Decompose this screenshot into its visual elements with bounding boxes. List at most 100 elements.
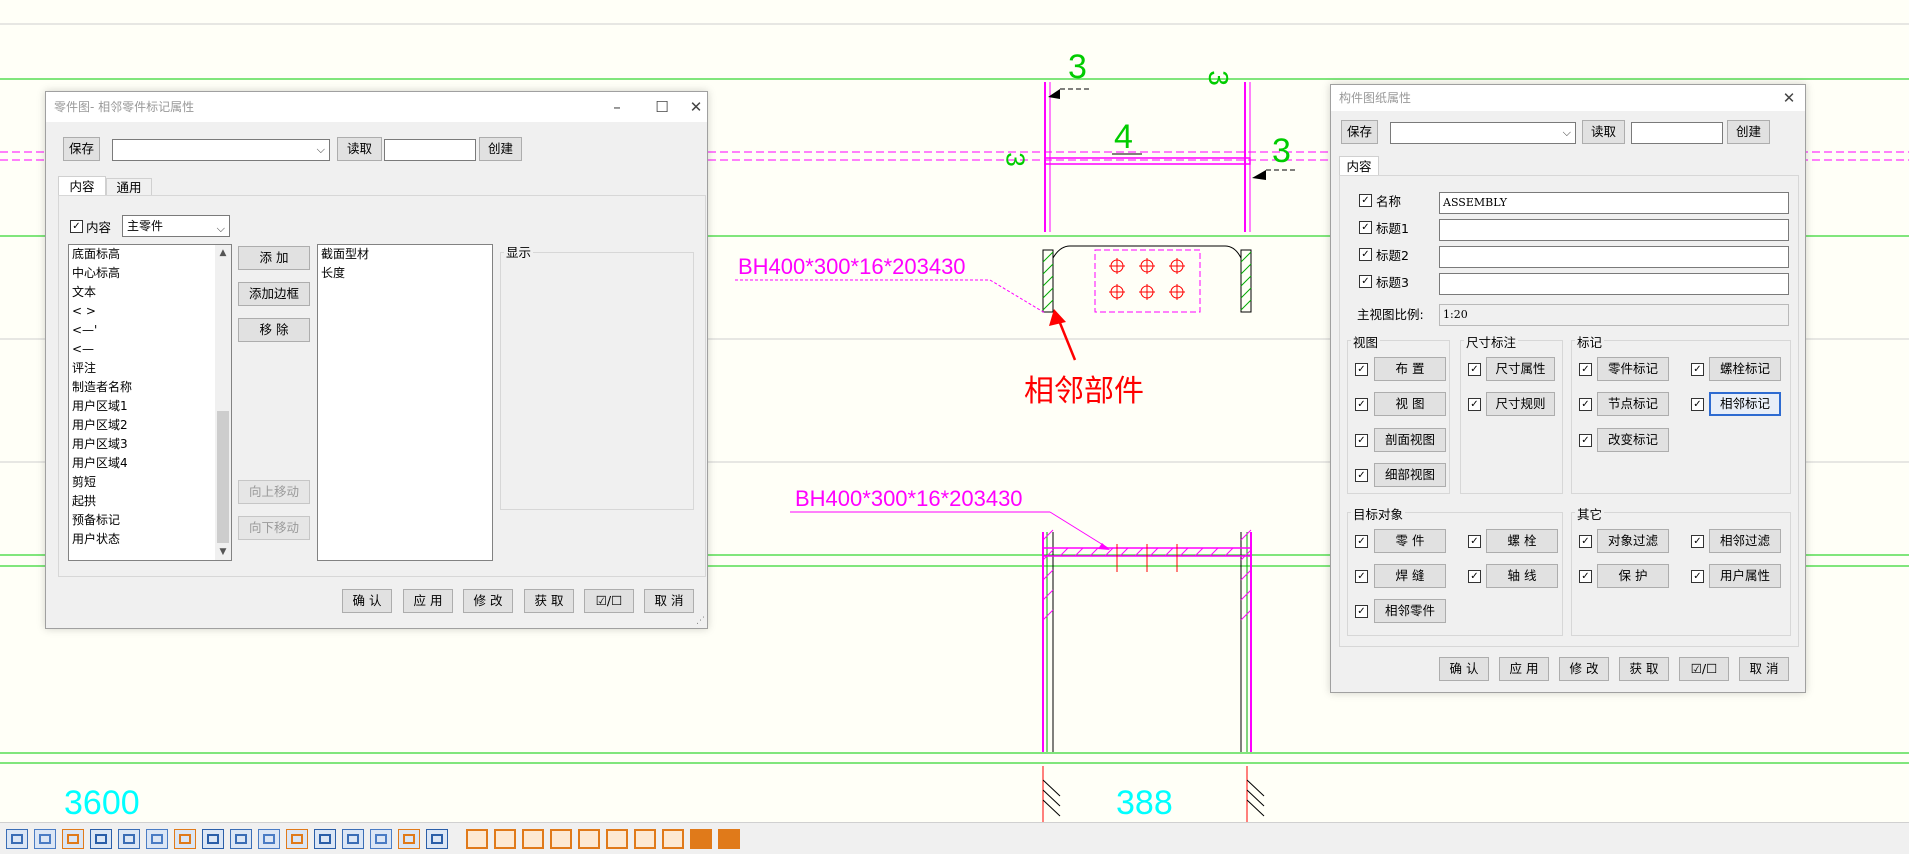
snap-perpendicular-icon[interactable] — [662, 829, 684, 849]
list-item[interactable]: 制造者名称 — [69, 378, 231, 397]
node-mark-checkbox[interactable]: ✓ — [1579, 398, 1592, 411]
title1-checkbox[interactable]: ✓ — [1359, 221, 1372, 234]
change-mark-checkbox[interactable]: ✓ — [1579, 434, 1592, 447]
circle-snap-icon[interactable] — [370, 829, 392, 849]
weld-button[interactable]: 焊 缝 — [1374, 564, 1446, 588]
axis-button[interactable]: 轴 线 — [1486, 564, 1558, 588]
ok-button[interactable]: 确 认 — [342, 589, 392, 613]
change-mark-button[interactable]: 改变标记 — [1597, 428, 1669, 452]
tab-general[interactable]: 通用 — [106, 178, 152, 195]
protect-button[interactable]: 保 护 — [1597, 564, 1669, 588]
preset-combo[interactable]: ⌵ — [112, 139, 330, 161]
list-item[interactable]: 用户区域1 — [69, 397, 231, 416]
list-item[interactable]: 截面型材 — [318, 245, 492, 264]
axis-checkbox[interactable]: ✓ — [1468, 570, 1481, 583]
toggle-all-button[interactable]: ☑/☐ — [584, 589, 634, 613]
title3-input[interactable] — [1439, 273, 1789, 295]
section-view-button[interactable]: 剖面视图 — [1374, 428, 1446, 452]
read-button[interactable]: 读取 — [1582, 120, 1625, 144]
pin-icon[interactable] — [202, 829, 224, 849]
snap-box-icon[interactable] — [398, 829, 420, 849]
maximize-icon[interactable]: ☐ — [639, 92, 685, 122]
snap-square-icon[interactable] — [426, 829, 448, 849]
bolt-button[interactable]: 螺 栓 — [1486, 529, 1558, 553]
list-item[interactable]: 起拱 — [69, 492, 231, 511]
list-item[interactable]: <— — [69, 340, 231, 359]
section-view-checkbox[interactable]: ✓ — [1355, 434, 1368, 447]
swap-icon[interactable] — [174, 829, 196, 849]
part-button[interactable]: 零 件 — [1374, 529, 1446, 553]
content-type-select[interactable]: 主零件 ⌵ — [122, 215, 230, 237]
rectangle-icon[interactable] — [118, 829, 140, 849]
adjacent-part-checkbox[interactable]: ✓ — [1355, 605, 1368, 618]
list-item[interactable]: 剪短 — [69, 473, 231, 492]
snap-full-icon[interactable] — [718, 829, 740, 849]
weld-checkbox[interactable]: ✓ — [1355, 570, 1368, 583]
snap-cross-icon[interactable] — [522, 829, 544, 849]
adjacent-mark-checkbox[interactable]: ✓ — [1691, 398, 1704, 411]
list-item[interactable]: 中心标高 — [69, 264, 231, 283]
list-item[interactable]: 长度 — [318, 264, 492, 283]
beam-icon[interactable] — [286, 829, 308, 849]
tab-content[interactable]: 内容 — [1339, 156, 1379, 175]
snap-triangle-icon[interactable] — [494, 829, 516, 849]
adjacent-part-button[interactable]: 相邻零件 — [1374, 599, 1446, 623]
apply-button[interactable]: 应 用 — [403, 589, 453, 613]
dim-attr-button[interactable]: 尺寸属性 — [1486, 357, 1555, 381]
add-frame-button[interactable]: 添加边框 — [238, 282, 310, 306]
toggle-all-button[interactable]: ☑/☐ — [1679, 657, 1729, 681]
name-checkbox[interactable]: ✓ — [1359, 194, 1372, 207]
minimize-icon[interactable]: – — [594, 92, 640, 122]
close-icon[interactable]: ✕ — [1777, 85, 1801, 111]
line-icon[interactable] — [34, 829, 56, 849]
view-button[interactable]: 视 图 — [1374, 392, 1446, 416]
view-checkbox[interactable]: ✓ — [1355, 398, 1368, 411]
list-item[interactable]: 用户状态 — [69, 530, 231, 549]
create-button[interactable]: 创建 — [1727, 120, 1770, 144]
object-filter-checkbox[interactable]: ✓ — [1579, 535, 1592, 548]
add-button[interactable]: 添 加 — [238, 246, 310, 270]
text-icon[interactable] — [62, 829, 84, 849]
list-item[interactable]: < > — [69, 302, 231, 321]
dim-rule-button[interactable]: 尺寸规则 — [1486, 392, 1555, 416]
title1-input[interactable] — [1439, 219, 1789, 241]
create-button[interactable]: 创建 — [479, 137, 522, 161]
close-icon[interactable]: ✕ — [684, 92, 708, 122]
snap-end-icon[interactable] — [550, 829, 572, 849]
list-item[interactable]: 用户区域2 — [69, 416, 231, 435]
cancel-button[interactable]: 取 消 — [1739, 657, 1789, 681]
remove-button[interactable]: 移 除 — [238, 318, 310, 342]
title3-checkbox[interactable]: ✓ — [1359, 275, 1372, 288]
frame-icon[interactable] — [230, 829, 252, 849]
layout-checkbox[interactable]: ✓ — [1355, 363, 1368, 376]
select-icon[interactable] — [6, 829, 28, 849]
scale-input[interactable]: 1:20 — [1439, 304, 1789, 326]
save-button[interactable]: 保存 — [63, 137, 100, 161]
selected-items-list[interactable]: 截面型材 长度 — [317, 244, 493, 561]
object-filter-button[interactable]: 对象过滤 — [1597, 529, 1669, 553]
content-checkbox[interactable]: ✓ — [70, 220, 83, 233]
available-items-list[interactable]: 底面标高 中心标高 文本 < > <—' <— 评注 制造者名称 用户区域1 用户区域2 用户区域3… — [68, 244, 232, 561]
dim-attr-checkbox[interactable]: ✓ — [1468, 363, 1481, 376]
modify-button[interactable]: 修 改 — [463, 589, 513, 613]
title2-checkbox[interactable]: ✓ — [1359, 248, 1372, 261]
detail-view-button[interactable]: 细部视图 — [1374, 463, 1446, 487]
get-button[interactable]: 获 取 — [1619, 657, 1669, 681]
preset-name-input[interactable] — [1631, 122, 1723, 144]
part-checkbox[interactable]: ✓ — [1355, 535, 1368, 548]
list-item[interactable]: 用户区域3 — [69, 435, 231, 454]
bolt-mark-button[interactable]: 螺栓标记 — [1709, 357, 1781, 381]
ok-button[interactable]: 确 认 — [1439, 657, 1489, 681]
apply-button[interactable]: 应 用 — [1499, 657, 1549, 681]
list-item[interactable]: 评注 — [69, 359, 231, 378]
get-button[interactable]: 获 取 — [524, 589, 574, 613]
adjacent-mark-button[interactable]: 相邻标记 — [1709, 392, 1781, 416]
scroll-up-icon[interactable]: ▲ — [215, 245, 231, 261]
preset-name-input[interactable] — [384, 139, 476, 161]
snap-intersect-icon[interactable] — [606, 829, 628, 849]
layout-button[interactable]: 布 置 — [1374, 357, 1446, 381]
adjacent-filter-button[interactable]: 相邻过滤 — [1709, 529, 1781, 553]
part-mark-button[interactable]: 零件标记 — [1597, 357, 1669, 381]
grid-icon[interactable] — [146, 829, 168, 849]
snap-mid-icon[interactable] — [578, 829, 600, 849]
